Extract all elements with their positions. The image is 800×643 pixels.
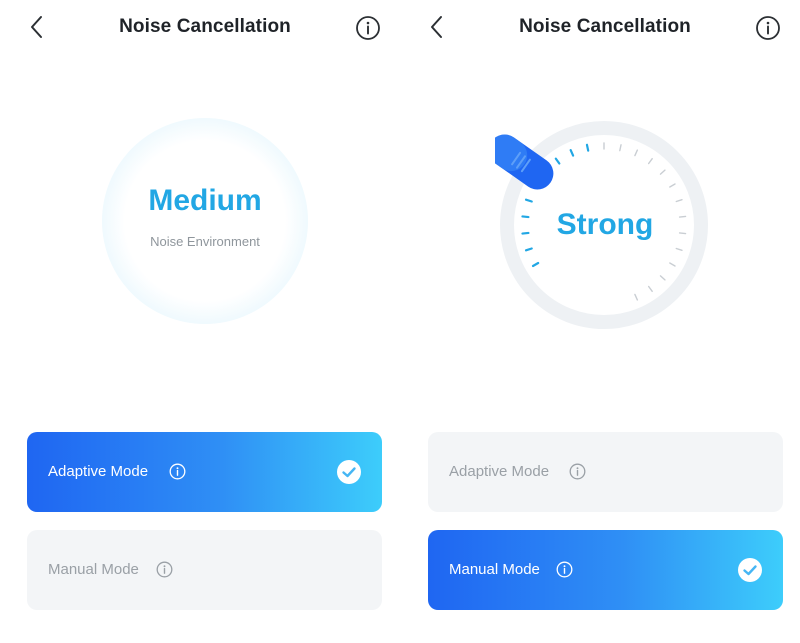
dial-tick <box>659 275 666 281</box>
manual-mode-label: Manual Mode <box>449 561 540 578</box>
info-icon <box>756 16 780 40</box>
info-icon[interactable] <box>556 561 573 578</box>
dial-tick <box>585 143 590 152</box>
adaptive-mode-card[interactable]: Adaptive Mode <box>428 432 783 512</box>
dial-tick <box>634 293 639 301</box>
page-title: Noise Cancellation <box>119 16 291 37</box>
header: Noise Cancellation <box>400 0 800 56</box>
dial-tick <box>531 261 540 268</box>
info-icon[interactable] <box>169 463 186 480</box>
info-icon[interactable] <box>156 561 173 578</box>
info-button[interactable] <box>755 15 781 41</box>
adaptive-mode-card[interactable]: Adaptive Mode <box>27 432 382 512</box>
header: Noise Cancellation <box>0 0 400 56</box>
adaptive-mode-label: Adaptive Mode <box>48 463 149 480</box>
dial-tick <box>647 157 653 165</box>
dial-tick <box>524 198 533 203</box>
dial-tick <box>659 169 666 175</box>
dial-tick <box>675 198 683 203</box>
check-circle-icon <box>738 558 762 582</box>
info-button[interactable] <box>355 15 381 41</box>
dial-tick <box>524 247 533 252</box>
manual-mode-label: Manual Mode <box>48 561 139 578</box>
info-icon <box>356 16 380 40</box>
dial-tick <box>675 247 683 252</box>
page-title: Noise Cancellation <box>519 16 691 37</box>
adaptive-mode-label: Adaptive Mode <box>449 463 550 480</box>
noise-level-display: Medium Noise Environment <box>102 118 308 324</box>
noise-level-value: Strong <box>556 208 654 241</box>
info-icon[interactable] <box>569 463 586 480</box>
dial-tick <box>619 144 622 152</box>
dial-tick <box>669 262 676 267</box>
dial-tick <box>554 157 561 165</box>
manual-mode-card[interactable]: Manual Mode <box>27 530 382 610</box>
adaptive-mode-screen: Noise Cancellation Medium Noise Environm… <box>0 0 400 643</box>
manual-mode-card[interactable]: Manual Mode <box>428 530 783 610</box>
check-circle-icon <box>337 460 361 484</box>
dial-tick <box>669 183 676 188</box>
noise-environment-label: Noise Environment <box>150 234 260 249</box>
dial-tick <box>647 285 653 293</box>
dial-tick <box>569 148 575 157</box>
dial-tick <box>634 149 639 157</box>
noise-level-value: Medium <box>148 184 262 217</box>
